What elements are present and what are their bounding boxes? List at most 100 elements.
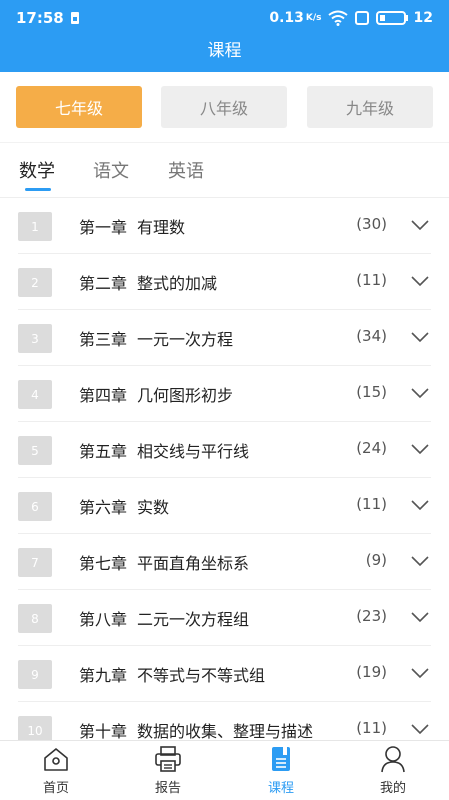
subject-tabs: 数学 语文 英语 [0, 142, 449, 198]
book-icon [272, 747, 290, 771]
chapter-number-badge: 10 [18, 716, 52, 740]
chapter-title: 第二章 整式的加减 [79, 270, 217, 294]
chapter-number-badge: 3 [18, 324, 52, 353]
chapter-row[interactable]: 6 第六章 实数 (11) [0, 478, 449, 534]
network-speed-unit: K/s [305, 13, 322, 23]
grade-button-8[interactable]: 八年级 [161, 86, 287, 128]
chapter-row[interactable]: 4 第四章 几何图形初步 (15) [0, 366, 449, 422]
nav-label: 报告 [154, 781, 181, 796]
chapter-name: 二元一次方程组 [137, 610, 250, 629]
chapter-number-badge: 6 [18, 492, 52, 521]
chapter-title: 第十章 数据的收集、整理与描述 [79, 718, 313, 740]
chapter-title: 第五章 相交线与平行线 [79, 438, 249, 462]
chapter-count: (11) [356, 719, 387, 737]
chapter-number-badge: 5 [18, 436, 52, 465]
battery-icon [375, 11, 406, 25]
chevron-down-icon[interactable] [409, 494, 431, 516]
chapter-name: 不等式与不等式组 [137, 666, 266, 685]
chapter-count: (11) [356, 495, 387, 513]
page-title: 课程 [207, 41, 242, 61]
chapter-label: 第二章 [79, 274, 128, 293]
chapter-label: 第十章 [79, 722, 128, 740]
chapter-number-badge: 4 [18, 380, 52, 409]
chapter-number-badge: 9 [18, 660, 52, 689]
chapter-count: (23) [356, 607, 387, 625]
bottom-nav: 首页 报告 课程 我的 [0, 740, 449, 800]
grade-button-9[interactable]: 九年级 [307, 86, 433, 128]
chapter-label: 第一章 [79, 218, 128, 237]
chevron-down-icon[interactable] [409, 718, 431, 740]
sim-card-icon [70, 12, 79, 24]
chapter-title: 第八章 二元一次方程组 [79, 606, 249, 630]
app-header: 17:58 0.13 K/s 12 课程 [0, 0, 449, 72]
network-speed: 0.13 [269, 10, 304, 26]
chapter-title: 第三章 一元一次方程 [79, 326, 233, 350]
chapter-title: 第一章 有理数 [79, 214, 185, 238]
grade-selector: 七年级 八年级 九年级 [0, 86, 449, 128]
chapter-label: 第四章 [79, 386, 128, 405]
wifi-icon [327, 10, 348, 26]
nav-home[interactable]: 首页 [26, 745, 86, 799]
chapter-list: 1 第一章 有理数 (30) 2 第二章 整式的加减 (11) 3 第三章 一元一次方… [0, 198, 449, 740]
chapter-count: (11) [356, 271, 387, 289]
chapter-row[interactable]: 10 第十章 数据的收集、整理与描述 (11) [0, 702, 449, 740]
chapter-row[interactable]: 5 第五章 相交线与平行线 (24) [0, 422, 449, 478]
chevron-down-icon[interactable] [409, 606, 431, 628]
sim-empty-icon [354, 11, 369, 25]
grade-button-label: 八年级 [199, 99, 248, 118]
nav-profile[interactable]: 我的 [363, 745, 423, 799]
chapter-name: 平面直角坐标系 [137, 554, 250, 573]
chapter-count: (9) [365, 551, 387, 569]
chapter-name: 一元一次方程 [137, 330, 234, 349]
home-icon [44, 748, 68, 771]
chapter-title: 第六章 实数 [79, 494, 169, 518]
tab-chinese[interactable]: 语文 [93, 157, 129, 183]
chapter-label: 第六章 [79, 498, 128, 517]
chapter-name: 几何图形初步 [137, 386, 234, 405]
chevron-down-icon[interactable] [409, 438, 431, 460]
grade-button-label: 九年级 [345, 99, 394, 118]
grade-button-label: 七年级 [54, 99, 103, 118]
status-bar: 17:58 0.13 K/s 12 [0, 0, 449, 36]
chevron-down-icon[interactable] [409, 382, 431, 404]
chevron-down-icon[interactable] [409, 214, 431, 236]
chapter-count: (15) [356, 383, 387, 401]
chapter-number-badge: 8 [18, 604, 52, 633]
chapter-row[interactable]: 2 第二章 整式的加减 (11) [0, 254, 449, 310]
chapter-name: 整式的加减 [137, 274, 218, 293]
chevron-down-icon[interactable] [409, 550, 431, 572]
nav-label: 课程 [267, 781, 294, 796]
chapter-name: 有理数 [137, 218, 186, 237]
chapter-number-badge: 1 [18, 212, 52, 241]
battery-level: 12 [413, 10, 433, 26]
grade-button-7[interactable]: 七年级 [16, 86, 142, 128]
chapter-count: (30) [356, 215, 387, 233]
chapter-title: 第九章 不等式与不等式组 [79, 662, 265, 686]
tab-math[interactable]: 数学 [19, 157, 55, 183]
chevron-down-icon[interactable] [409, 662, 431, 684]
nav-course[interactable]: 课程 [251, 745, 311, 799]
chevron-down-icon[interactable] [409, 326, 431, 348]
chapter-row[interactable]: 7 第七章 平面直角坐标系 (9) [0, 534, 449, 590]
chapter-row[interactable]: 3 第三章 一元一次方程 (34) [0, 310, 449, 366]
chapter-title: 第四章 几何图形初步 [79, 382, 233, 406]
chapter-name: 数据的收集、整理与描述 [137, 722, 314, 740]
chapter-title: 第七章 平面直角坐标系 [79, 550, 249, 574]
profile-icon [381, 746, 405, 773]
chapter-row[interactable]: 1 第一章 有理数 (30) [0, 198, 449, 254]
active-tab-indicator [25, 188, 51, 191]
printer-icon [155, 746, 181, 772]
chapter-label: 第八章 [79, 610, 128, 629]
chapter-label: 第九章 [79, 666, 128, 685]
chapter-label: 第七章 [79, 554, 128, 573]
chapter-number-badge: 7 [18, 548, 52, 577]
chapter-row[interactable]: 8 第八章 二元一次方程组 (23) [0, 590, 449, 646]
chapter-count: (24) [356, 439, 387, 457]
nav-report[interactable]: 报告 [138, 745, 198, 799]
tab-english[interactable]: 英语 [168, 157, 204, 183]
chevron-down-icon[interactable] [409, 270, 431, 292]
chapter-label: 第三章 [79, 330, 128, 349]
chapter-count: (34) [356, 327, 387, 345]
chapter-label: 第五章 [79, 442, 128, 461]
chapter-row[interactable]: 9 第九章 不等式与不等式组 (19) [0, 646, 449, 702]
